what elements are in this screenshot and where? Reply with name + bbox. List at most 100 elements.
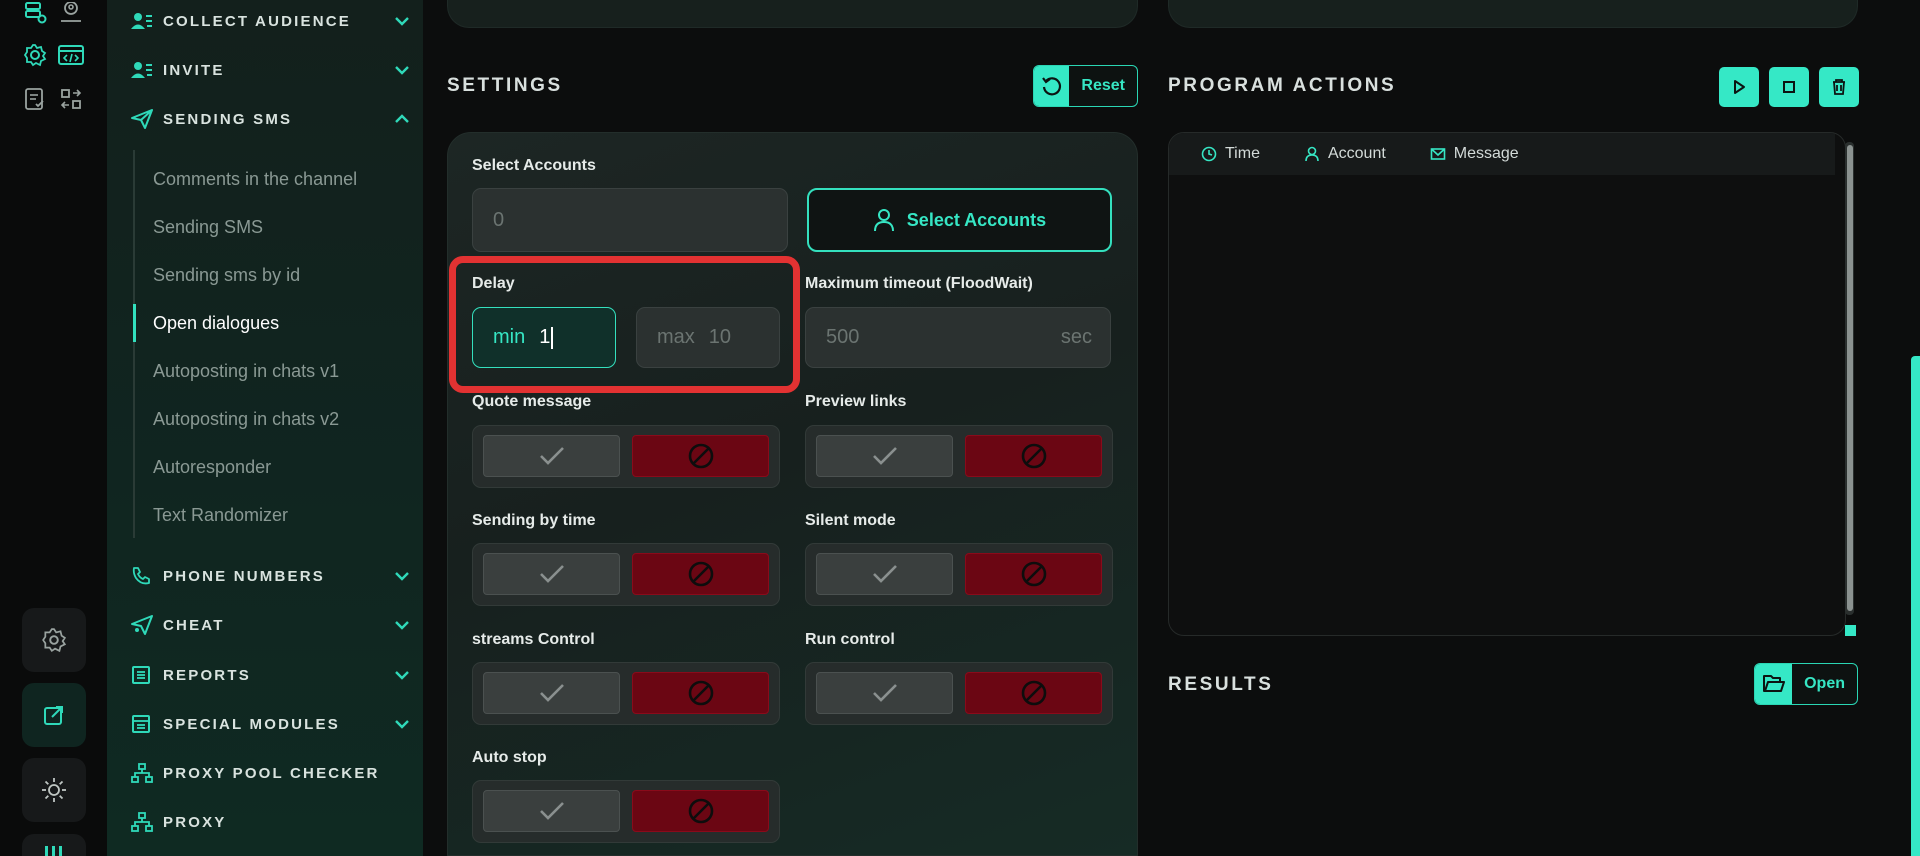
grid-transfer-icon[interactable] xyxy=(58,86,84,112)
chevron-down-icon xyxy=(395,572,409,581)
nav-phone-numbers[interactable]: PHONE NUMBERS xyxy=(131,561,411,591)
page-scrollbar-thumb[interactable] xyxy=(1911,356,1920,856)
toggle-yes-button[interactable] xyxy=(816,672,953,714)
toggle-yes-button[interactable] xyxy=(483,790,620,832)
check-icon xyxy=(539,565,564,583)
folder-open-icon xyxy=(1755,664,1793,704)
nav-invite[interactable]: INVITE xyxy=(131,55,411,85)
toggle-no-button[interactable] xyxy=(632,672,769,714)
silent-mode-toggle xyxy=(805,543,1113,606)
check-icon xyxy=(539,447,564,465)
user-circle-icon[interactable] xyxy=(58,0,84,26)
gear-icon[interactable] xyxy=(22,42,48,68)
max-timeout-placeholder: 500 xyxy=(826,326,860,348)
toggle-yes-button[interactable] xyxy=(816,435,953,477)
column-account-label: Account xyxy=(1327,145,1386,162)
play-icon xyxy=(1734,80,1745,94)
nav-label: SENDING SMS xyxy=(163,110,293,128)
toggle-yes-button[interactable] xyxy=(483,435,620,477)
sub-item-comments-in-the-channel[interactable]: Comments in the channel xyxy=(153,164,357,194)
column-account[interactable]: Account xyxy=(1304,145,1386,163)
code-window-icon[interactable] xyxy=(58,42,84,68)
chevron-down-icon xyxy=(395,66,409,75)
database-settings-icon[interactable] xyxy=(22,0,48,26)
clock-icon xyxy=(1201,146,1217,162)
preview-links-toggle xyxy=(805,425,1113,488)
select-accounts-label: Select Accounts xyxy=(472,157,596,174)
toggle-yes-button[interactable] xyxy=(483,553,620,595)
max-timeout-field[interactable]: 500 sec xyxy=(805,307,1111,368)
sub-item-text-randomizer[interactable]: Text Randomizer xyxy=(153,500,288,530)
toggle-no-button[interactable] xyxy=(965,553,1102,595)
nav-special-modules[interactable]: SPECIAL MODULES xyxy=(131,709,411,739)
prohibit-icon xyxy=(1021,680,1046,706)
prohibit-icon xyxy=(688,561,713,587)
nav-proxy[interactable]: PROXY xyxy=(131,807,411,837)
stop-button[interactable] xyxy=(1769,67,1809,107)
nav-cheat[interactable]: CHEAT xyxy=(131,610,411,640)
toggle-no-button[interactable] xyxy=(632,553,769,595)
external-link-icon xyxy=(44,706,63,725)
previous-card-bottom xyxy=(1168,0,1858,28)
check-icon xyxy=(539,684,564,702)
external-link-button[interactable] xyxy=(22,683,86,747)
open-results-button[interactable]: Open xyxy=(1754,663,1858,705)
nav-reports[interactable]: REPORTS xyxy=(131,660,411,690)
delete-button[interactable] xyxy=(1819,67,1859,107)
users-list-icon xyxy=(131,10,157,32)
nav-collect-audience[interactable]: COLLECT AUDIENCE xyxy=(131,6,411,36)
toggle-no-button[interactable] xyxy=(632,790,769,832)
toggle-no-button[interactable] xyxy=(965,672,1102,714)
toggle-no-button[interactable] xyxy=(632,435,769,477)
users-list-icon xyxy=(131,59,157,81)
submenu-rail xyxy=(133,150,135,538)
reset-label: Reset xyxy=(1081,77,1125,94)
toggle-no-button[interactable] xyxy=(965,435,1102,477)
nav-label: PROXY POOL CHECKER xyxy=(163,764,380,782)
nav-label: REPORTS xyxy=(163,666,251,684)
run-control-toggle xyxy=(805,662,1113,725)
nav-label: CHEAT xyxy=(163,616,225,634)
nav-proxy-pool-checker[interactable]: PROXY POOL CHECKER xyxy=(131,758,411,788)
max-timeout-unit: sec xyxy=(1060,326,1092,348)
network-icon xyxy=(131,762,157,784)
play-button[interactable] xyxy=(1719,67,1759,107)
sub-item-autoposting-v2[interactable]: Autoposting in chats v2 xyxy=(153,404,339,434)
phone-icon xyxy=(131,565,157,587)
select-accounts-button[interactable]: Select Accounts xyxy=(807,188,1112,252)
submenu-active-indicator xyxy=(133,304,136,342)
megaphone-icon xyxy=(131,614,157,636)
nav-sending-sms[interactable]: SENDING SMS xyxy=(131,104,411,134)
more-button[interactable] xyxy=(22,834,86,856)
chevron-down-icon xyxy=(395,671,409,680)
user-icon xyxy=(1305,146,1319,162)
sub-item-sending-sms[interactable]: Sending SMS xyxy=(153,212,263,242)
column-time[interactable]: Time xyxy=(1201,145,1260,163)
modules-icon xyxy=(131,713,157,735)
column-message[interactable]: Message xyxy=(1430,145,1519,163)
reset-button[interactable]: Reset xyxy=(1033,65,1138,107)
checklist-icon[interactable] xyxy=(22,86,48,112)
report-icon xyxy=(131,664,157,686)
program-actions-log: Time Account Message xyxy=(1168,132,1846,636)
settings-button[interactable] xyxy=(22,608,86,672)
log-resize-handle[interactable] xyxy=(1845,625,1856,636)
column-message-label: Message xyxy=(1453,145,1519,162)
sub-item-sending-sms-by-id[interactable]: Sending sms by id xyxy=(153,260,300,290)
open-results-label: Open xyxy=(1804,675,1845,692)
toggle-yes-button[interactable] xyxy=(483,672,620,714)
sub-item-autoposting-v1[interactable]: Autoposting in chats v1 xyxy=(153,356,339,386)
sub-item-autoresponder[interactable]: Autoresponder xyxy=(153,452,271,482)
run-control-label: Run control xyxy=(805,631,895,648)
column-time-label: Time xyxy=(1225,145,1260,162)
log-scrollbar-thumb[interactable] xyxy=(1847,145,1853,611)
prohibit-icon xyxy=(688,443,713,469)
quote-message-toggle xyxy=(472,425,780,488)
auto-stop-label: Auto stop xyxy=(472,749,547,766)
accounts-count-field[interactable]: 0 xyxy=(472,188,788,252)
sub-item-open-dialogues[interactable]: Open dialogues xyxy=(153,308,279,338)
toggle-yes-button[interactable] xyxy=(816,553,953,595)
paper-plane-icon xyxy=(131,108,157,130)
quote-message-label: Quote message xyxy=(472,393,592,410)
theme-toggle-button[interactable] xyxy=(22,758,86,822)
